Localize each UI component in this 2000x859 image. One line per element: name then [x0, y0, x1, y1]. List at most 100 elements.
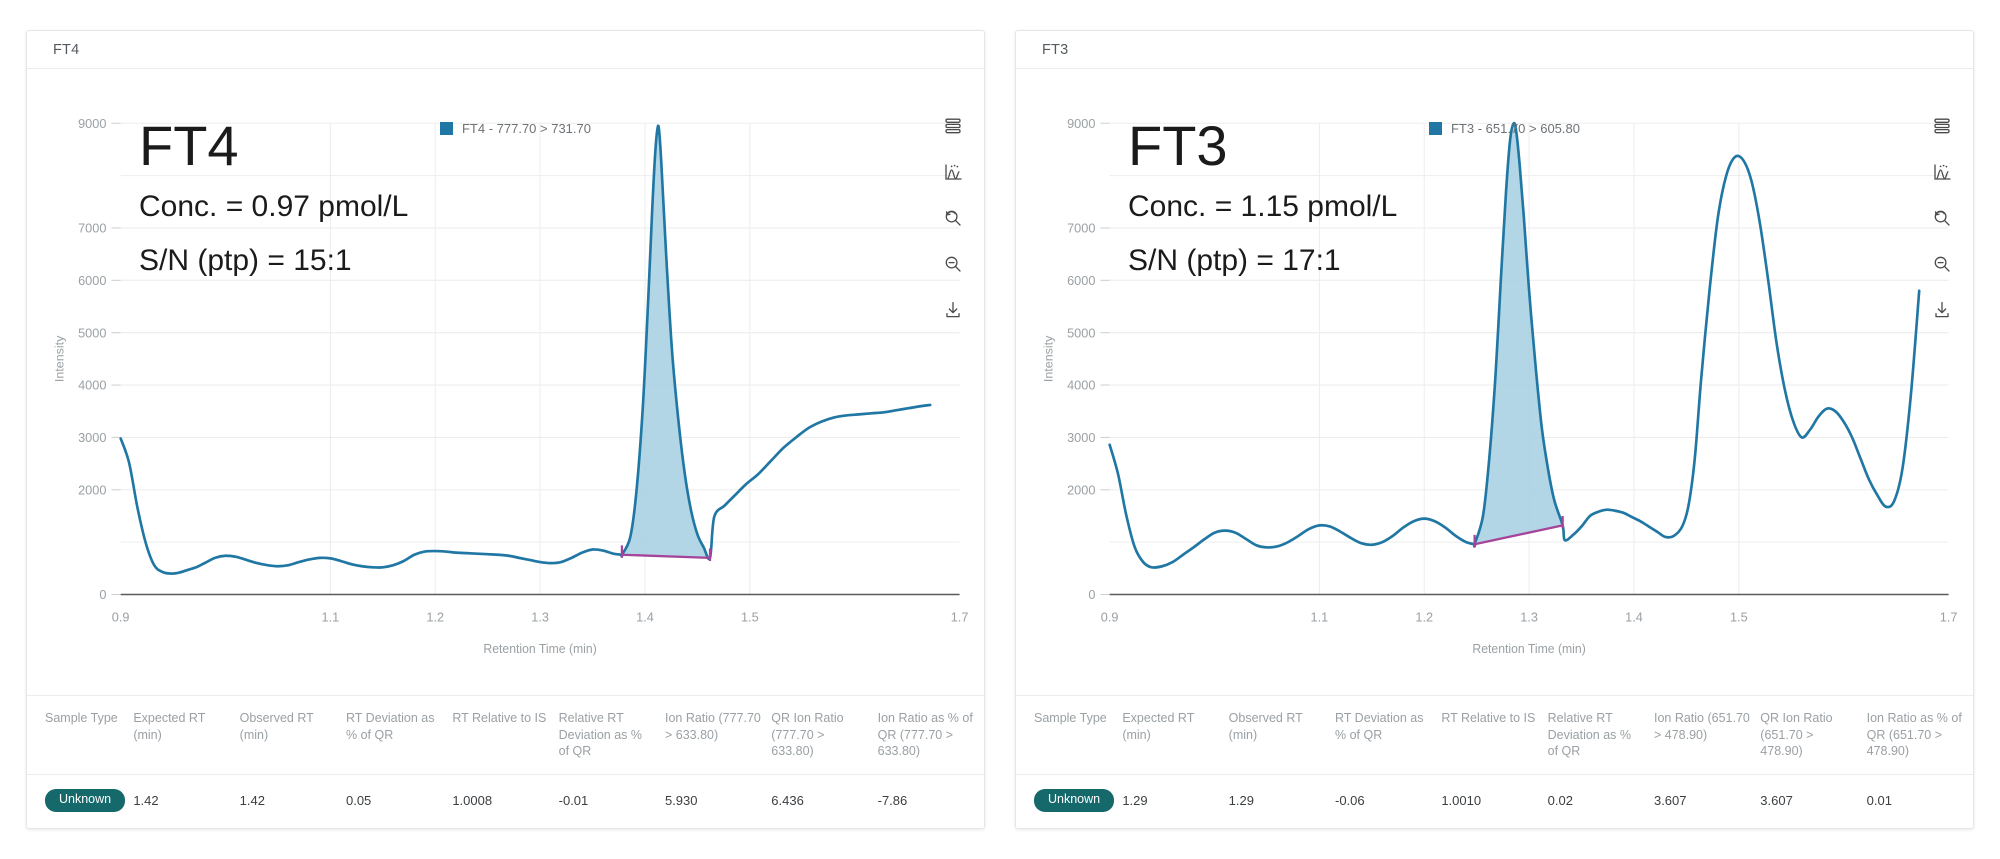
svg-text:0.9: 0.9 — [1101, 609, 1119, 624]
svg-text:1.2: 1.2 — [1415, 609, 1433, 624]
zoom-out-icon[interactable] — [1929, 251, 1955, 277]
svg-text:9000: 9000 — [78, 116, 106, 131]
cell-rt-relative-is: 1.0010 — [1441, 793, 1482, 809]
col-expected-rt: Expected RT (min) — [1122, 695, 1229, 776]
svg-text:1.1: 1.1 — [1311, 609, 1329, 624]
svg-text:5000: 5000 — [78, 325, 106, 340]
peak-metrics-table: Sample Type Expected RT (min) Observed R… — [1016, 695, 1973, 828]
table-head: Sample Type Expected RT (min) Observed R… — [1016, 695, 1973, 776]
peak-list-icon[interactable] — [1929, 113, 1955, 139]
chromatogram-svg: 0 2000 3000 4000 5000 6000 7000 9000 0.9 1.1 1.2 1.… — [53, 116, 969, 656]
panel-ft4: FT4 FT4 - 777.70 > 731.70 FT4 Conc. = 0.… — [26, 30, 985, 829]
svg-text:1.3: 1.3 — [1520, 609, 1538, 624]
col-ion-ratio-pct-qr: Ion Ratio as % of QR (777.70 > 633.80) — [877, 695, 984, 776]
panel-header: FT4 — [27, 31, 984, 69]
cell-qr-ion-ratio: 3.607 — [1760, 793, 1793, 809]
svg-text:1.4: 1.4 — [1625, 609, 1643, 624]
cell-observed-rt: 1.29 — [1228, 793, 1254, 809]
peak-detection-icon[interactable] — [1929, 159, 1955, 185]
screenshot-root: FT4 FT4 - 777.70 > 731.70 FT4 Conc. = 0.… — [0, 0, 2000, 859]
peak-metrics-table-zone: Sample Type Expected RT (min) Observed R… — [27, 694, 984, 828]
chromatogram-chart[interactable]: 0 2000 3000 4000 5000 6000 7000 9000 0.9 1.1 1.2 1.… — [1016, 69, 1973, 695]
cell-sample-type: Unknown — [1016, 775, 1122, 828]
cell-ion-ratio: 5.930 — [664, 793, 698, 809]
table-head: Sample Type Expected RT (min) Observed R… — [27, 695, 984, 776]
svg-text:1.3: 1.3 — [531, 609, 549, 624]
chromatogram-chart[interactable]: 0 2000 3000 4000 5000 6000 7000 9000 0.9 1.1 1.2 1.… — [27, 69, 984, 695]
panel-body: FT3 - 651.70 > 605.80 FT3 Conc. = 1.15 p… — [1016, 69, 1973, 695]
cell-rt-deviation: -0.06 — [1334, 793, 1365, 809]
cell-sample-type: Unknown — [27, 775, 133, 828]
cell-relative-rt-deviation: -0.01 — [558, 793, 589, 809]
col-observed-rt: Observed RT (min) — [1228, 695, 1335, 776]
zoom-reset-icon[interactable] — [940, 205, 966, 231]
svg-text:1.1: 1.1 — [322, 609, 340, 624]
chart-toolbar — [1925, 113, 1959, 323]
download-icon[interactable] — [940, 297, 966, 323]
col-ion-ratio: Ion Ratio (651.70 > 478.90) — [1653, 695, 1761, 776]
peak-detection-icon[interactable] — [940, 159, 966, 185]
table-body: Unknown 1.42 1.42 0.05 1.0008 -0.01 5.93… — [27, 775, 984, 828]
col-rt-deviation: RT Deviation as % of QR — [1334, 695, 1442, 776]
table-row[interactable]: Unknown 1.42 1.42 0.05 1.0008 -0.01 5.93… — [27, 775, 984, 828]
col-rt-relative-is: RT Relative to IS — [1441, 695, 1548, 776]
peak-metrics-table-zone: Sample Type Expected RT (min) Observed R… — [1016, 694, 1973, 828]
cell-expected-rt: 1.42 — [133, 793, 159, 809]
cell-ion-ratio-pct-qr: -7.86 — [877, 793, 908, 809]
col-ion-ratio-pct-qr: Ion Ratio as % of QR (651.70 > 478.90) — [1866, 695, 1973, 776]
svg-text:2000: 2000 — [78, 482, 106, 497]
zoom-reset-icon[interactable] — [1929, 205, 1955, 231]
peak-list-icon[interactable] — [940, 113, 966, 139]
svg-text:0: 0 — [1088, 587, 1095, 602]
col-observed-rt: Observed RT (min) — [239, 695, 346, 776]
cell-qr-ion-ratio: 6.436 — [771, 793, 804, 809]
svg-text:3000: 3000 — [78, 430, 106, 445]
chart-toolbar — [936, 113, 970, 323]
svg-text:0: 0 — [99, 587, 106, 602]
panel-title: FT4 — [53, 41, 80, 58]
zoom-out-icon[interactable] — [940, 251, 966, 277]
table-body: Unknown 1.29 1.29 -0.06 1.0010 0.02 3.60… — [1016, 775, 1973, 828]
svg-text:1.7: 1.7 — [1940, 609, 1958, 624]
download-icon[interactable] — [1929, 297, 1955, 323]
svg-text:1.5: 1.5 — [1730, 609, 1748, 624]
svg-text:5000: 5000 — [1067, 325, 1095, 340]
svg-text:1.5: 1.5 — [741, 609, 759, 624]
panel-title: FT3 — [1042, 41, 1069, 58]
panel-header: FT3 — [1016, 31, 1973, 69]
col-relative-rt-deviation: Relative RT Deviation as % of QR — [1547, 695, 1654, 776]
col-qr-ion-ratio: QR Ion Ratio (651.70 > 478.90) — [1760, 695, 1867, 776]
col-ion-ratio: Ion Ratio (777.70 > 633.80) — [664, 695, 772, 776]
table-header-row: Sample Type Expected RT (min) Observed R… — [27, 695, 984, 776]
panel-body: FT4 - 777.70 > 731.70 FT4 Conc. = 0.97 p… — [27, 69, 984, 695]
col-relative-rt-deviation: Relative RT Deviation as % of QR — [558, 695, 665, 776]
peak-metrics-table: Sample Type Expected RT (min) Observed R… — [27, 695, 984, 828]
svg-text:7000: 7000 — [1067, 221, 1095, 236]
svg-text:1.7: 1.7 — [951, 609, 969, 624]
svg-text:Intensity: Intensity — [53, 335, 67, 382]
col-sample-type: Sample Type — [1016, 695, 1123, 776]
svg-text:1.2: 1.2 — [426, 609, 444, 624]
status-badge: Unknown — [1034, 789, 1115, 812]
col-rt-deviation: RT Deviation as % of QR — [345, 695, 453, 776]
panel-ft3: FT3 FT3 - 651.70 > 605.80 FT3 Conc. = 1.… — [1015, 30, 1974, 829]
svg-text:1.4: 1.4 — [636, 609, 654, 624]
chromatogram-svg: 0 2000 3000 4000 5000 6000 7000 9000 0.9 1.1 1.2 1.… — [1042, 116, 1958, 656]
table-row[interactable]: Unknown 1.29 1.29 -0.06 1.0010 0.02 3.60… — [1016, 775, 1973, 828]
col-expected-rt: Expected RT (min) — [133, 695, 240, 776]
cell-ion-ratio: 3.607 — [1653, 793, 1687, 809]
svg-text:6000: 6000 — [78, 273, 106, 288]
table-header-row: Sample Type Expected RT (min) Observed R… — [1016, 695, 1973, 776]
svg-text:Intensity: Intensity — [1042, 335, 1056, 382]
svg-text:7000: 7000 — [78, 221, 106, 236]
cell-expected-rt: 1.29 — [1122, 793, 1148, 809]
svg-text:3000: 3000 — [1067, 430, 1095, 445]
col-rt-relative-is: RT Relative to IS — [452, 695, 559, 776]
cell-rt-relative-is: 1.0008 — [452, 793, 493, 809]
col-qr-ion-ratio: QR Ion Ratio (777.70 > 633.80) — [771, 695, 878, 776]
svg-text:4000: 4000 — [78, 378, 106, 393]
cell-observed-rt: 1.42 — [239, 793, 265, 809]
svg-text:6000: 6000 — [1067, 273, 1095, 288]
svg-text:9000: 9000 — [1067, 116, 1095, 131]
svg-text:Retention Time (min): Retention Time (min) — [1472, 642, 1585, 656]
